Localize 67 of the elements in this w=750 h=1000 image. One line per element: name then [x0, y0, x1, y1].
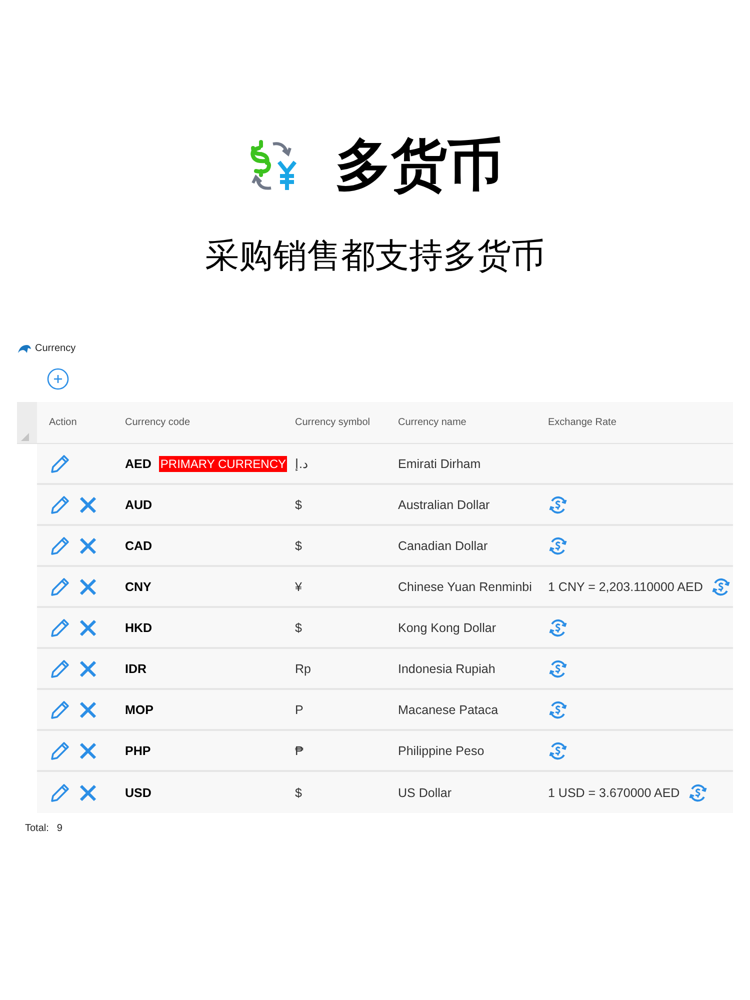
currency-symbol: ₱	[295, 744, 304, 758]
delete-icon[interactable]	[79, 660, 97, 678]
edit-icon[interactable]	[49, 782, 71, 804]
currency-code: CAD	[125, 538, 152, 553]
column-header: Action	[49, 417, 77, 428]
exchange-rate-icon[interactable]	[548, 740, 568, 761]
currency-name: Australian Dollar	[398, 498, 490, 512]
primary-badge: PRIMARY CURRENCY	[159, 456, 287, 472]
total-count: 9	[56, 823, 62, 834]
add-button[interactable]	[47, 368, 69, 390]
currency-code: CNY	[125, 580, 152, 594]
hero-title: 多货币	[335, 138, 503, 194]
delete-icon[interactable]	[79, 700, 97, 719]
edit-icon[interactable]	[49, 740, 71, 762]
hero-subtitle: 采购销售都支持多货币	[204, 238, 546, 276]
currency-symbol: $	[295, 620, 302, 635]
exchange-rate-icon[interactable]	[548, 494, 568, 515]
currency-name: Emirati Dirham	[398, 456, 481, 471]
column-header: Currency code	[125, 417, 190, 428]
currency-code: AED	[125, 456, 152, 471]
edit-icon[interactable]	[49, 698, 71, 721]
currency-name: Canadian Dollar	[398, 538, 488, 553]
edit-icon[interactable]	[49, 658, 71, 680]
currency-symbol: $	[295, 498, 302, 512]
exchange-rate-icon[interactable]	[548, 700, 568, 720]
currency-name: Philippine Peso	[398, 744, 484, 758]
exchange-rate: 1 USD = 3.670000 AED	[548, 786, 680, 800]
edit-icon[interactable]	[49, 534, 71, 557]
currency-symbol: P	[295, 702, 304, 717]
edit-icon[interactable]	[49, 616, 71, 639]
currency-symbol: $	[295, 786, 302, 800]
exchange-rate-icon[interactable]	[548, 658, 568, 679]
delete-icon[interactable]	[79, 578, 97, 596]
currency-symbol: ¥	[295, 580, 302, 594]
currency-code: USD	[125, 786, 152, 800]
delete-icon[interactable]	[79, 742, 97, 760]
total-label: Total:	[25, 823, 49, 834]
currency-name: Indonesia Rupiah	[398, 662, 496, 676]
resize-corner-icon	[21, 433, 29, 442]
currency-symbol: د.إ	[295, 456, 308, 472]
column-header: Currency name	[398, 417, 466, 428]
currency-symbol: Rp	[295, 662, 311, 676]
currency-name: US Dollar	[398, 786, 452, 800]
currency-name: Kong Kong Dollar	[398, 620, 496, 635]
currency-name: Chinese Yuan Renminbi	[398, 580, 532, 594]
delete-icon[interactable]	[79, 784, 97, 802]
page-title: Currency	[35, 343, 76, 354]
column-header: Exchange Rate	[548, 417, 616, 428]
currency-code: AUD	[125, 498, 152, 512]
delete-icon[interactable]	[79, 618, 97, 637]
column-header: Currency symbol	[295, 417, 370, 428]
exchange-rate-icon[interactable]	[548, 536, 568, 556]
exchange-rate-icon[interactable]	[710, 576, 731, 597]
edit-icon[interactable]	[49, 494, 71, 516]
exchange-rate-icon[interactable]	[548, 618, 568, 638]
delete-icon[interactable]	[79, 496, 97, 514]
currency-code: HKD	[125, 620, 152, 635]
currency-code: PHP	[125, 744, 151, 758]
edit-icon[interactable]	[49, 452, 71, 475]
exchange-rate-icon[interactable]	[688, 782, 708, 803]
currency-name: Macanese Pataca	[398, 702, 498, 717]
edit-icon[interactable]	[49, 576, 71, 598]
exchange-rate: 1 CNY = 2,203.110000 AED	[548, 580, 703, 594]
currency-symbol: $	[295, 538, 302, 553]
currency-code: MOP	[125, 702, 154, 717]
currency-code: IDR	[125, 662, 147, 676]
delete-icon[interactable]	[79, 536, 97, 555]
